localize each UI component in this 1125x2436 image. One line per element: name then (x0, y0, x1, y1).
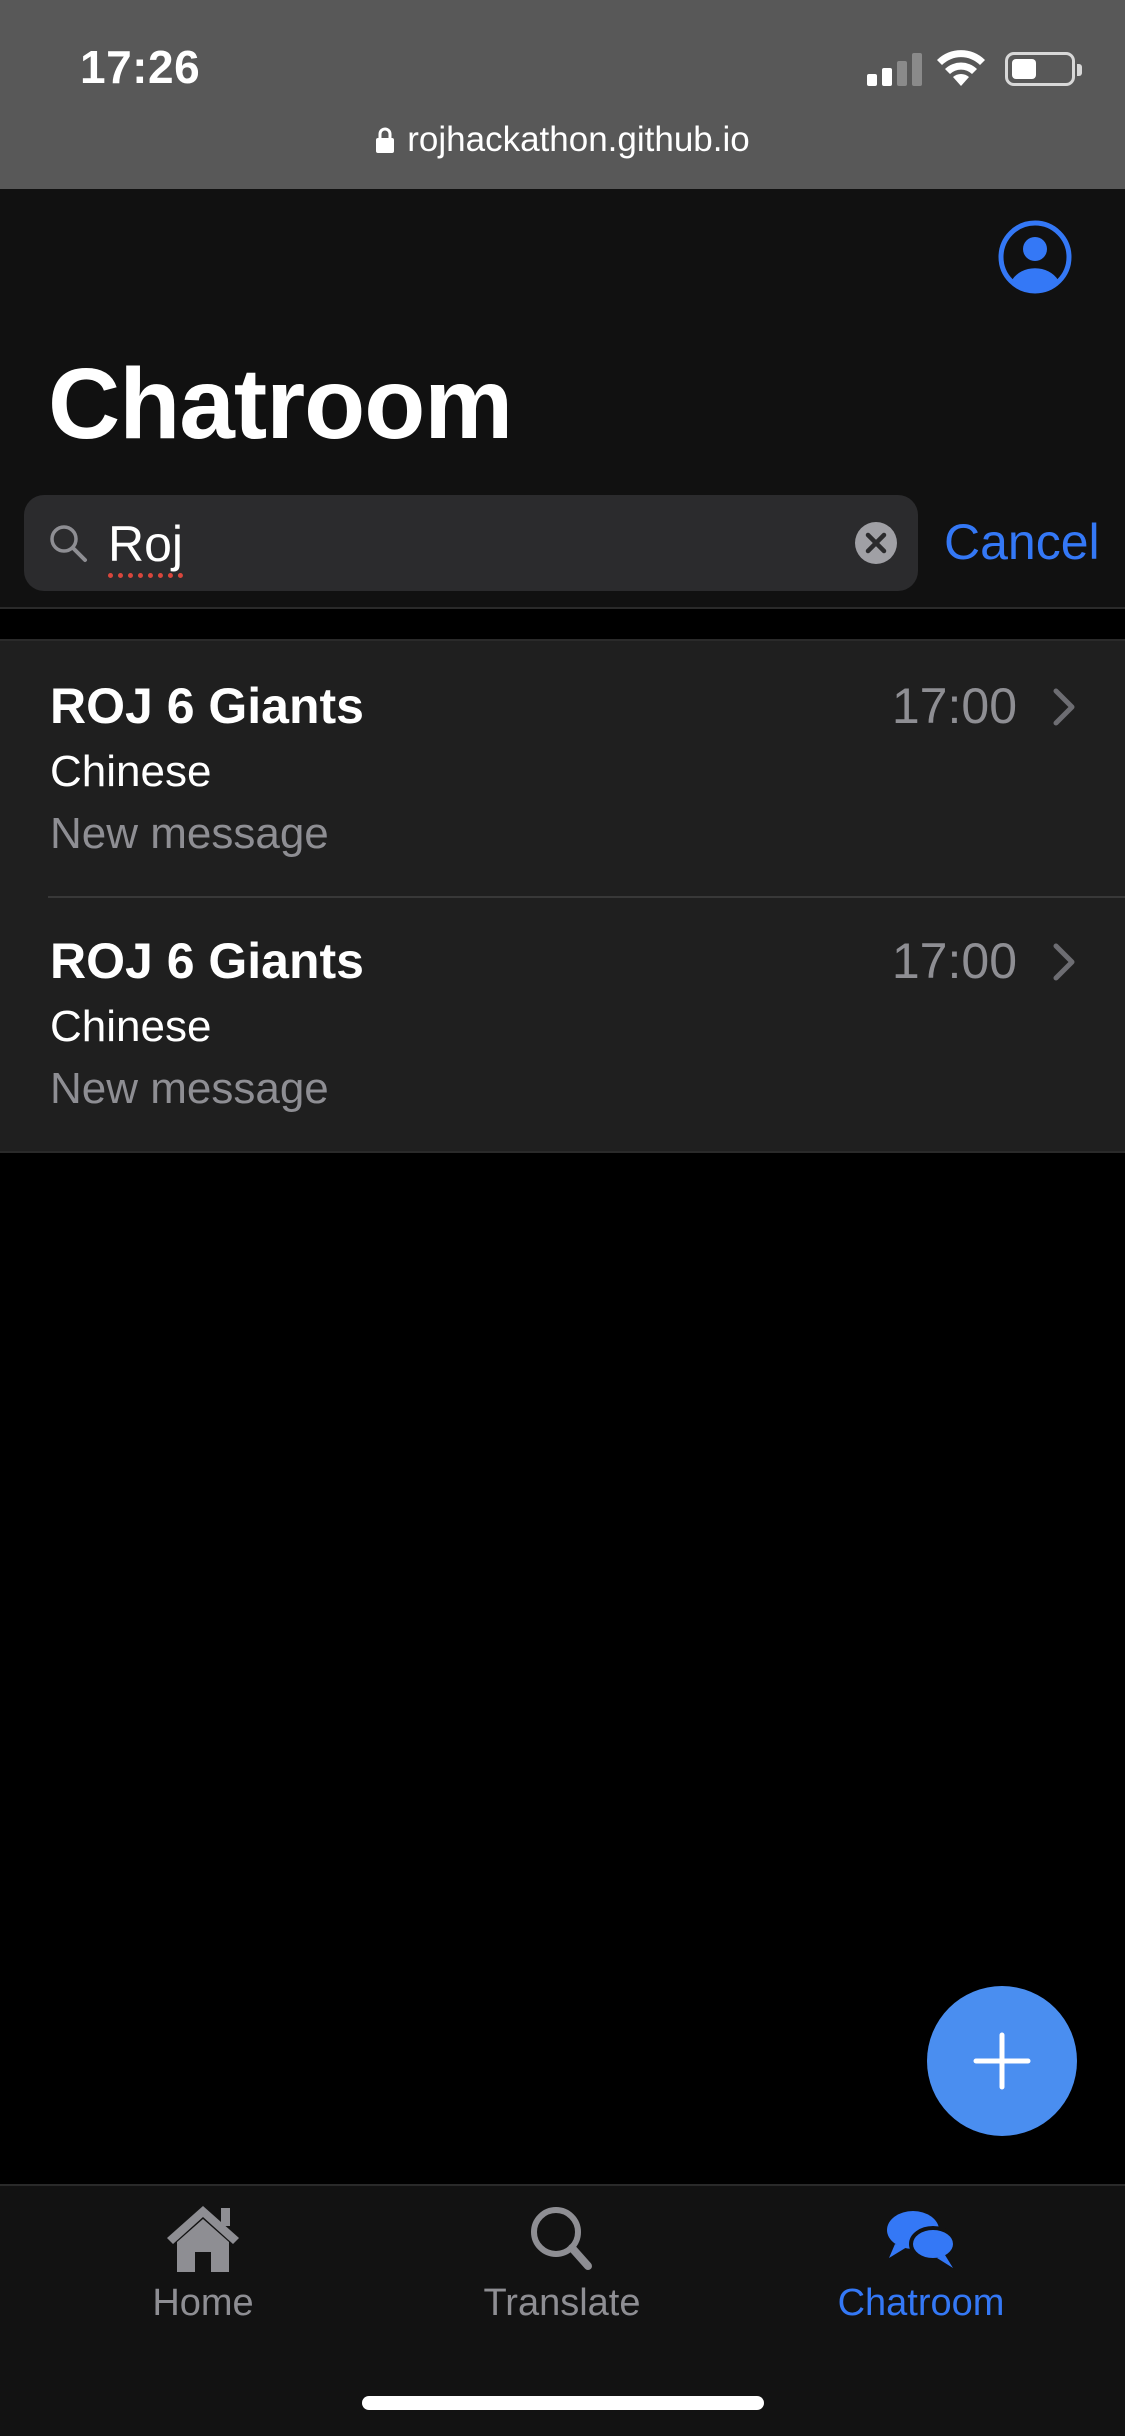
search-icon (531, 2207, 592, 2270)
tab-home[interactable]: Home (93, 2200, 313, 2350)
chat-language: Chinese (50, 747, 212, 796)
chat-name: ROJ 6 Giants (50, 933, 364, 989)
cancel-button[interactable]: Cancel (944, 513, 1100, 571)
home-icon (167, 2206, 239, 2272)
search-query: Roj (108, 516, 184, 572)
chat-time: 17:00 (891, 933, 1017, 989)
wifi-icon (937, 50, 985, 86)
url-text: rojhackathon.github.io (407, 120, 750, 159)
search-input[interactable]: Roj (24, 495, 918, 591)
list-item[interactable]: ROJ 6 Giants Chinese New message 17:00 (0, 896, 1125, 1151)
user-circle-icon[interactable] (997, 219, 1073, 295)
address-bar[interactable]: rojhackathon.github.io (0, 120, 1125, 160)
page-header: Chatroom Roj Cancel (0, 189, 1125, 609)
status-icons (823, 48, 1083, 88)
chat-list: ROJ 6 Giants Chinese New message 17:00 R… (0, 639, 1125, 1153)
tab-label: Chatroom (837, 2282, 1005, 2324)
chevron-right-icon (1053, 943, 1075, 981)
home-indicator (362, 2396, 764, 2410)
chat-last-message: New message (50, 1064, 329, 1113)
browser-status-bar: 17:26 rojhackathon.github.io (0, 0, 1125, 189)
list-item[interactable]: ROJ 6 Giants Chinese New message 17:00 (0, 641, 1125, 896)
battery-icon (1005, 52, 1082, 86)
new-chat-button[interactable] (927, 1986, 1077, 2136)
status-time: 17:26 (80, 41, 201, 93)
clear-search-icon[interactable] (854, 521, 898, 565)
plus-icon (973, 2032, 1031, 2090)
search-icon (50, 525, 87, 562)
tab-label: Translate (483, 2282, 641, 2324)
chevron-right-icon (1053, 688, 1075, 726)
chat-name: ROJ 6 Giants (50, 678, 364, 734)
page-title: Chatroom (48, 348, 513, 460)
divider (0, 607, 1125, 609)
chat-time: 17:00 (891, 678, 1017, 734)
chat-last-message: New message (50, 809, 329, 858)
cellular-signal-icon (867, 52, 923, 86)
tab-translate[interactable]: Translate (452, 2200, 672, 2350)
chat-bubbles-icon (887, 2211, 957, 2268)
tab-chatroom[interactable]: Chatroom (811, 2200, 1031, 2350)
lock-icon (376, 127, 395, 153)
tab-label: Home (152, 2282, 254, 2324)
chat-language: Chinese (50, 1002, 212, 1051)
chatroom-screen: 17:26 rojhackathon.github.io Chatroom Ro… (0, 0, 1125, 2436)
